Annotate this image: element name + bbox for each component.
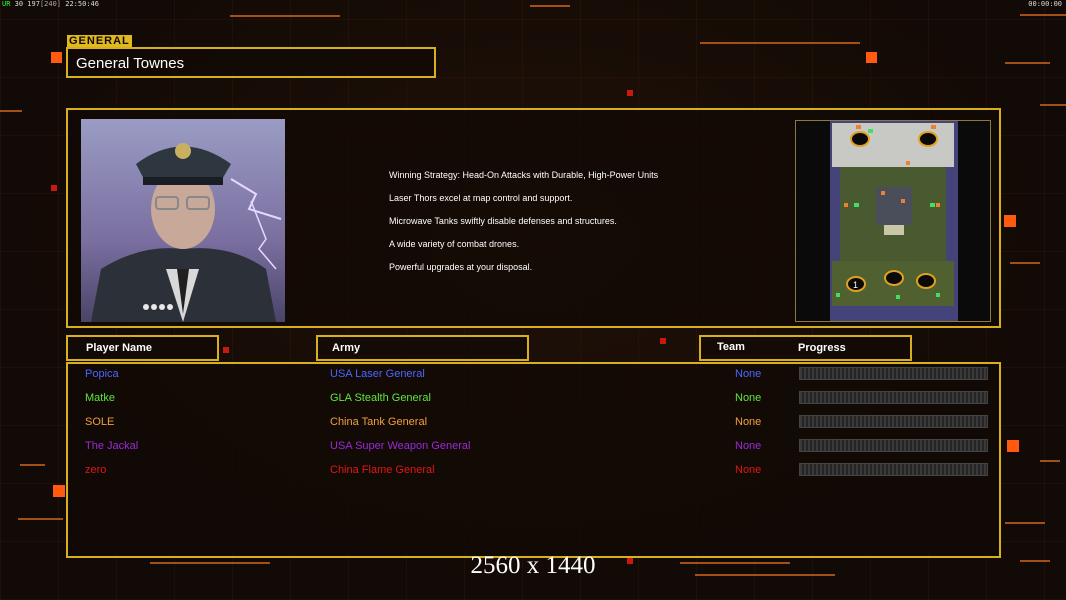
header-player-name-label: Player Name (86, 342, 153, 354)
strategy-line: A wide variety of combat drones. (389, 239, 520, 249)
player-row: SOLE China Tank General None (68, 412, 999, 436)
strategy-line: Winning Strategy: Head-On Attacks with D… (389, 170, 659, 180)
header-team-progress: Team Progress (699, 335, 912, 361)
player-team: None (735, 464, 762, 476)
player-progress-bar (799, 367, 988, 380)
general-name: General Townes (76, 55, 185, 72)
stats-prefix: UR (2, 0, 11, 8)
player-team: None (735, 368, 762, 380)
player-progress-bar (799, 439, 988, 452)
general-info-panel: Winning Strategy: Head-On Attacks with D… (66, 108, 1001, 328)
header-army: Army (316, 335, 529, 361)
player-name: zero (85, 464, 107, 476)
player-army: USA Super Weapon General (330, 440, 471, 452)
player-team: None (735, 392, 762, 404)
stats-time: 22:50:46 (65, 0, 99, 8)
player-progress-bar (799, 415, 988, 428)
resolution-label: 2560 x 1440 (470, 552, 596, 579)
player-army: China Tank General (330, 416, 428, 428)
player-name: Matke (85, 392, 115, 404)
strategy-line: Laser Thors excel at map control and sup… (389, 193, 573, 203)
player-progress-bar (799, 463, 988, 476)
player-name: SOLE (85, 416, 115, 428)
player-army: USA Laser General (330, 368, 425, 380)
player-team: None (735, 440, 762, 452)
player-row: Matke GLA Stealth General None (68, 388, 999, 412)
header-army-label: Army (332, 342, 361, 354)
stats-values: 30 197 (14, 0, 40, 8)
player-army: GLA Stealth General (330, 392, 431, 404)
player-name: Popica (85, 368, 119, 380)
strategy-text: Winning Strategy: Head-On Attacks with D… (389, 170, 658, 285)
player-row: Popica USA Laser General None (68, 364, 999, 388)
players-list: Popica USA Laser General None Matke GLA … (66, 362, 1001, 558)
header-progress-label: Progress (798, 342, 846, 354)
header-player-name: Player Name (66, 335, 219, 361)
game-clock: 00:00:00 (1028, 0, 1062, 8)
general-name-box: General Townes (66, 47, 436, 78)
strategy-line: Powerful upgrades at your disposal. (389, 262, 533, 272)
strategy-line: Microwave Tanks swiftly disable defenses… (389, 216, 617, 226)
player-progress-bar (799, 391, 988, 404)
header-team-label: Team (717, 341, 745, 353)
start-position-label: 1 (853, 280, 858, 290)
player-row: zero China Flame General None (68, 460, 999, 484)
general-portrait (81, 119, 285, 322)
map-preview: 1 (795, 120, 991, 322)
player-name: The Jackal (85, 440, 139, 452)
stats-bracket: [240] (39, 0, 62, 8)
player-row: The Jackal USA Super Weapon General None (68, 436, 999, 460)
player-army: China Flame General (330, 464, 435, 476)
fps-stats: UR 30 197[240] 22:50:46 (2, 0, 99, 8)
player-team: None (735, 416, 762, 428)
